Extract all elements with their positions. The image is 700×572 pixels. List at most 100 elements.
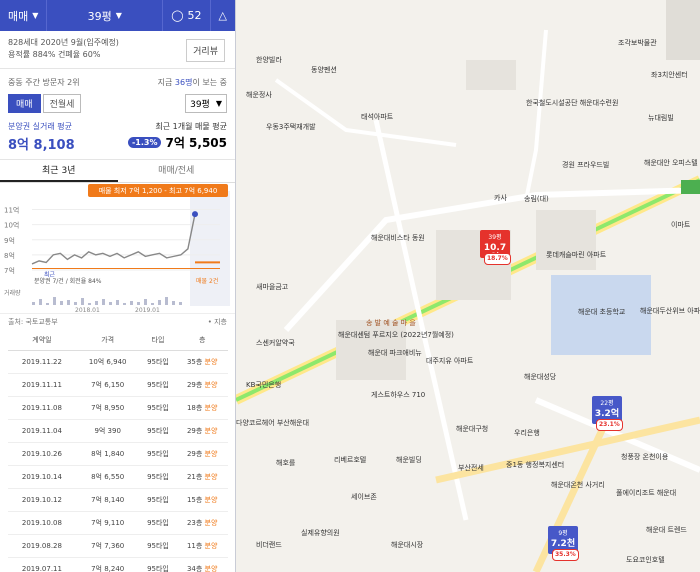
table-cell: 23층 분양 xyxy=(176,511,228,535)
map-label[interactable]: 풀에이리조트 해운대 xyxy=(616,488,676,498)
map-label[interactable]: 좌3치안센터 xyxy=(651,70,688,80)
map-label[interactable]: 비더랜드 xyxy=(256,540,282,550)
map-label[interactable]: 해운대 파크애비뉴 xyxy=(368,348,422,358)
volume-bar xyxy=(151,303,154,305)
map-label[interactable]: 태석아파트 xyxy=(361,112,393,122)
map-label[interactable]: 다양코르헤어 부산해운대 xyxy=(236,418,309,428)
table-cell: 2019.10.08 xyxy=(8,511,76,535)
map-label[interactable]: 뉴대림빌 xyxy=(648,113,674,123)
map-label[interactable]: 대주지유 아파트 xyxy=(426,356,473,366)
chart-svg: 11억 10억 9억 8억 7억 매물 최저 7억 1,200 - 최고 7억 6,940… xyxy=(4,184,230,314)
table-cell: 95타입 xyxy=(139,442,177,466)
tab-recent-3y[interactable]: 최근 3년 xyxy=(0,160,118,182)
table-row[interactable]: 2019.11.04 9억 390 95타입 29층 분양 xyxy=(8,419,228,443)
map-label[interactable]: 해운대구청 xyxy=(456,424,488,434)
map-label[interactable]: 해운대센텀 푸르지오 (2022년7월예정) xyxy=(338,330,454,340)
map-label[interactable]: 청풍장 온천이용 xyxy=(621,452,668,462)
pyeong-select[interactable]: 39평 ▼ xyxy=(185,94,227,113)
map-label[interactable]: 해호를 xyxy=(276,458,295,468)
map-label[interactable]: 새마을금고 xyxy=(256,282,288,292)
map-label[interactable]: 부산전세 xyxy=(458,463,484,473)
tab-sale[interactable]: 매매 xyxy=(8,94,41,113)
price-pin-mid[interactable]: 22평 3.2억 23.1% xyxy=(592,396,623,431)
volume-bar xyxy=(46,303,49,305)
map-label[interactable]: 해운대비스타 동원 xyxy=(371,233,425,243)
notification-button[interactable]: △ xyxy=(211,0,235,31)
chevron-down-icon: ▼ xyxy=(32,11,39,20)
complex-info: 828세대 2020년 9월(입주예정) 용적률 884% 건폐율 60% 거리… xyxy=(0,31,235,69)
map-label[interactable]: 게스트하우스 710 xyxy=(371,390,425,400)
map-label[interactable]: 우리은행 xyxy=(514,428,540,438)
table-cell: 95타입 xyxy=(139,465,177,489)
map-label[interactable]: 스센커알약국 xyxy=(256,338,295,348)
map-label[interactable]: 한양빌라 xyxy=(256,55,282,65)
change-badge: -1.3% xyxy=(127,137,162,148)
table-row[interactable]: 2019.10.14 8억 6,550 95타입 21층 분양 xyxy=(8,465,228,489)
volume-bar xyxy=(144,299,147,305)
point-label: 최근 xyxy=(44,270,56,278)
comment-icon: ◯ xyxy=(171,9,184,22)
table-row[interactable]: 2019.07.11 7억 8,240 95타입 34층 분양 xyxy=(8,557,228,572)
map-label[interactable]: 송림(대) xyxy=(524,194,549,204)
map-label[interactable]: 중1동 행정복지센터 xyxy=(506,460,564,470)
map-label[interactable]: 카사 xyxy=(494,193,507,203)
street-view-button[interactable]: 거리뷰 xyxy=(186,39,225,62)
table-cell: 9억 390 xyxy=(75,419,140,443)
area-select[interactable]: 39평 ▼ xyxy=(47,0,162,31)
table-cell: 2019.10.12 xyxy=(8,488,76,512)
table-cell: 95타입 xyxy=(139,557,177,572)
col-header: 층 xyxy=(176,330,228,351)
map-label[interactable]: 롯데캐슬마린 아파트 xyxy=(546,250,606,260)
tab-jeonse[interactable]: 전월세 xyxy=(42,94,82,113)
table-row[interactable]: 2019.11.11 7억 6,150 95타입 29층 분양 xyxy=(8,373,228,397)
chevron-down-icon: ▼ xyxy=(215,99,222,108)
map-label[interactable]: 해운정사 xyxy=(246,90,272,100)
map-label[interactable]: 도요코인호텔 xyxy=(626,555,665,565)
volume-bar xyxy=(53,297,56,305)
table-cell: 7억 6,150 xyxy=(75,373,140,397)
map-label[interactable]: 해운대성당 xyxy=(524,372,556,382)
map-label[interactable]: 경원 프라우드빌 xyxy=(562,160,609,170)
table-row[interactable]: 2019.11.08 7억 8,950 95타입 18층 분양 xyxy=(8,396,228,420)
map-label[interactable]: KB국민은행 xyxy=(246,380,281,390)
price-pin-bot[interactable]: 9평 7.2천 35.3% xyxy=(548,526,579,561)
map-label[interactable]: 해운대시장 xyxy=(391,540,423,550)
price-pin-top[interactable]: 39평10.7억18.7% xyxy=(480,230,511,265)
tab-sale-jeonse[interactable]: 매매/전세 xyxy=(118,160,236,182)
map-label[interactable]: 리베르호텔 xyxy=(334,455,366,465)
table-cell: 95타입 xyxy=(139,419,177,443)
map-label[interactable]: 실제유향의원 xyxy=(301,528,340,538)
volume-bar xyxy=(179,302,182,305)
map-label[interactable]: 해운빌딩 xyxy=(396,455,422,465)
map-label[interactable]: 한국철도시설공단 해운대수련원 xyxy=(526,98,618,108)
table-row[interactable]: 2019.10.08 7억 9,110 95타입 23층 분양 xyxy=(8,511,228,535)
map-label[interactable]: 해운대안 오피스텔 xyxy=(644,158,698,168)
table-row[interactable]: 2019.10.26 8억 1,840 95타입 29층 분양 xyxy=(8,442,228,466)
map-label[interactable]: 우동3주택재개발 xyxy=(266,122,316,132)
table-cell: 95타입 xyxy=(139,488,177,512)
price-line xyxy=(31,213,196,265)
table-cell: 7억 8,950 xyxy=(75,396,140,420)
table-cell: 8억 1,840 xyxy=(75,442,140,466)
map-label[interactable]: 해운대 트렌드 xyxy=(646,525,687,535)
comments-button[interactable]: ◯ 52 xyxy=(163,0,209,31)
tooltip-text: 매물 최저 7억 1,200 - 최고 7억 6,940 xyxy=(99,186,218,195)
map-label[interactable]: 세이브존 xyxy=(351,492,377,502)
trade-type-select[interactable]: 매매 ▼ xyxy=(0,0,46,31)
table-cell: 34층 분양 xyxy=(176,557,228,572)
map-label[interactable]: 동양펜션 xyxy=(311,65,337,75)
map-label[interactable]: 해운대 초등학교 xyxy=(578,307,625,317)
map-label[interactable]: 조각보박물관 xyxy=(618,38,657,48)
map-label[interactable]: 해운대두산위브 아파트 xyxy=(640,306,700,316)
map[interactable]: 한양빌라동양펜션해운정사태석아파트 한국철도시설공단 해운대수련원 조각보박물관좌3… xyxy=(236,0,700,572)
volume-bar xyxy=(81,298,84,305)
table-cell: 95타입 xyxy=(139,350,177,374)
visitor-rank: 중동 주간 방문자 2위 xyxy=(8,78,80,87)
rank-section: 중동 주간 방문자 2위 지금 36명이 보는 중 매매 전월세 39평 ▼ xyxy=(0,69,235,113)
map-label[interactable]: 해운대온천 사거리 xyxy=(551,480,605,490)
table-row[interactable]: 2019.11.22 10억 6,940 95타입 35층 분양 xyxy=(8,350,228,374)
map-label[interactable]: 송 발 예 술 마 을 xyxy=(366,318,416,328)
map-label[interactable]: 이마트 xyxy=(671,220,690,230)
table-row[interactable]: 2019.08.28 7억 7,360 95타입 11층 분양 xyxy=(8,534,228,558)
table-row[interactable]: 2019.10.12 7억 8,140 95타입 15층 분양 xyxy=(8,488,228,512)
